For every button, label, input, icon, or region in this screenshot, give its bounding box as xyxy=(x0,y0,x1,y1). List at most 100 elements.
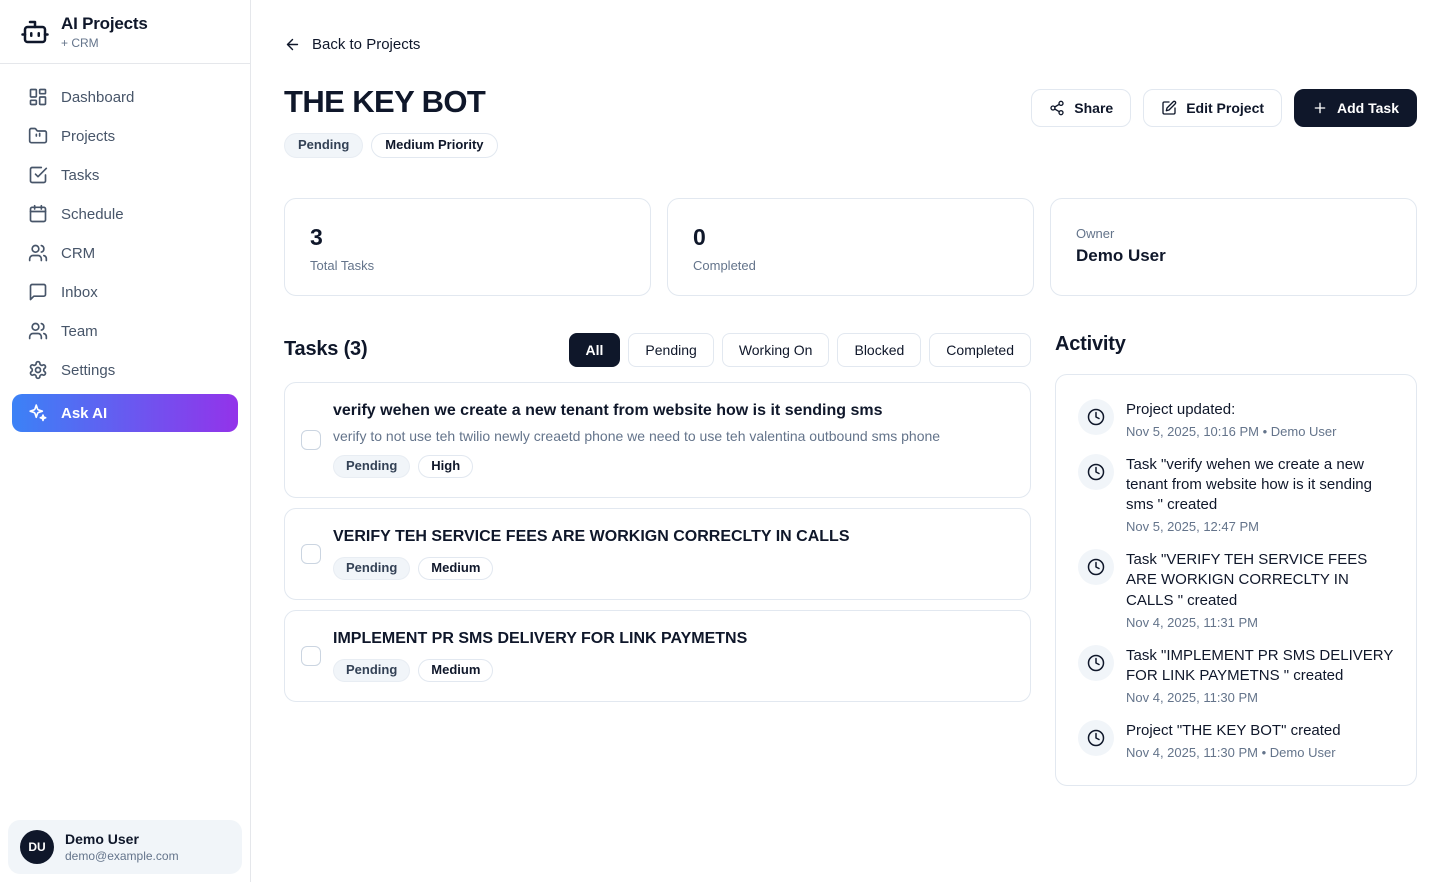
owner-card: Owner Demo User xyxy=(1050,198,1417,296)
clock-icon xyxy=(1078,454,1114,490)
users-icon xyxy=(28,243,48,263)
sidebar-item-label: Team xyxy=(61,323,98,340)
activity-timestamp: Nov 4, 2025, 11:30 PM xyxy=(1126,690,1394,705)
sidebar-item[interactable]: Settings xyxy=(12,352,238,388)
task-card[interactable]: VERIFY TEH SERVICE FEES ARE WORKIGN CORR… xyxy=(284,508,1031,600)
task-checkbox[interactable] xyxy=(301,646,321,666)
clock-icon xyxy=(1078,549,1114,585)
activity-timestamp: Nov 5, 2025, 10:16 PM • Demo User xyxy=(1126,424,1336,439)
sidebar-item-label: CRM xyxy=(61,245,95,262)
sidebar-item-label: Tasks xyxy=(61,167,99,184)
owner-name: Demo User xyxy=(1076,246,1391,266)
sidebar: AI Projects + CRM Dashboard Projects Tas… xyxy=(0,0,251,882)
user-email: demo@example.com xyxy=(65,849,179,863)
users-icon xyxy=(28,321,48,341)
user-profile[interactable]: DU Demo User demo@example.com xyxy=(8,820,242,874)
task-title: VERIFY TEH SERVICE FEES ARE WORKIGN CORR… xyxy=(333,528,850,546)
task-filter[interactable]: Blocked xyxy=(837,333,921,367)
completed-label: Completed xyxy=(693,258,1008,273)
sidebar-item-label: Inbox xyxy=(61,284,98,301)
sidebar-item-label: Dashboard xyxy=(61,89,134,106)
priority-badge: Medium Priority xyxy=(371,133,497,158)
sidebar-item-label: Schedule xyxy=(61,206,124,223)
task-card[interactable]: IMPLEMENT PR SMS DELIVERY FOR LINK PAYME… xyxy=(284,610,1031,702)
sidebar-item[interactable]: Tasks xyxy=(12,157,238,193)
tasks-section: Tasks (3) All Pending Working On Blocked… xyxy=(284,333,1031,786)
avatar: DU xyxy=(20,830,54,864)
activity-item: Task "VERIFY TEH SERVICE FEES ARE WORKIG… xyxy=(1078,549,1394,629)
sidebar-nav: Dashboard Projects Tasks Schedule CRM xyxy=(0,64,250,388)
status-badge: Pending xyxy=(284,133,363,158)
calendar-icon xyxy=(28,204,48,224)
task-filter[interactable]: All xyxy=(569,333,621,367)
page-title: THE KEY BOT xyxy=(284,84,498,120)
activity-item: Project updated: Nov 5, 2025, 10:16 PM •… xyxy=(1078,399,1394,439)
task-filter[interactable]: Pending xyxy=(628,333,713,367)
completed-value: 0 xyxy=(693,226,1008,249)
task-status-badge: Pending xyxy=(333,455,410,478)
activity-text: Project updated: xyxy=(1126,399,1336,420)
task-priority-badge: Medium xyxy=(418,557,493,580)
activity-heading: Activity xyxy=(1055,333,1417,356)
share-icon xyxy=(1049,100,1065,116)
add-task-button[interactable]: Add Task xyxy=(1294,89,1417,127)
activity-text: Project "THE KEY BOT" created xyxy=(1126,720,1341,741)
app-logo: AI Projects + CRM xyxy=(0,0,250,64)
activity-timestamp: Nov 4, 2025, 11:30 PM • Demo User xyxy=(1126,745,1341,760)
total-tasks-value: 3 xyxy=(310,226,625,249)
back-to-projects-link[interactable]: Back to Projects xyxy=(284,36,420,53)
sidebar-item[interactable]: Projects xyxy=(12,118,238,154)
activity-timestamp: Nov 5, 2025, 12:47 PM xyxy=(1126,519,1394,534)
task-status-badge: Pending xyxy=(333,557,410,580)
task-priority-badge: Medium xyxy=(418,659,493,682)
sidebar-item[interactable]: Schedule xyxy=(12,196,238,232)
activity-timestamp: Nov 4, 2025, 11:31 PM xyxy=(1126,615,1394,630)
arrow-left-icon xyxy=(284,36,301,53)
dashboard-icon xyxy=(28,87,48,107)
gear-icon xyxy=(28,360,48,380)
robot-icon xyxy=(20,17,50,47)
user-name: Demo User xyxy=(65,831,179,847)
ask-ai-button[interactable]: Ask AI xyxy=(12,394,238,432)
stats-row: 3 Total Tasks 0 Completed Owner Demo Use… xyxy=(284,198,1417,296)
folder-icon xyxy=(28,126,48,146)
task-filters: All Pending Working On Blocked Completed xyxy=(569,333,1031,367)
task-list: verify wehen we create a new tenant from… xyxy=(284,382,1031,702)
app-title: AI Projects xyxy=(61,14,148,34)
task-checkbox[interactable] xyxy=(301,544,321,564)
activity-item: Task "verify wehen we create a new tenan… xyxy=(1078,454,1394,534)
sidebar-item[interactable]: Team xyxy=(12,313,238,349)
sidebar-item-label: Projects xyxy=(61,128,115,145)
clock-icon xyxy=(1078,720,1114,756)
task-status-badge: Pending xyxy=(333,659,410,682)
edit-icon xyxy=(1161,100,1177,116)
activity-section: Activity Project updated: Nov 5, 2025, 1… xyxy=(1055,333,1417,786)
activity-item: Project "THE KEY BOT" created Nov 4, 202… xyxy=(1078,720,1394,760)
sidebar-item[interactable]: Inbox xyxy=(12,274,238,310)
tasks-heading: Tasks (3) xyxy=(284,338,367,361)
sidebar-item[interactable]: CRM xyxy=(12,235,238,271)
back-label: Back to Projects xyxy=(312,36,420,53)
activity-feed: Project updated: Nov 5, 2025, 10:16 PM •… xyxy=(1055,374,1417,786)
task-filter[interactable]: Completed xyxy=(929,333,1031,367)
task-priority-badge: High xyxy=(418,455,473,478)
clock-icon xyxy=(1078,399,1114,435)
total-tasks-label: Total Tasks xyxy=(310,258,625,273)
task-title: IMPLEMENT PR SMS DELIVERY FOR LINK PAYME… xyxy=(333,630,747,648)
owner-label: Owner xyxy=(1076,226,1391,241)
task-title: verify wehen we create a new tenant from… xyxy=(333,402,940,420)
task-filter[interactable]: Working On xyxy=(722,333,830,367)
activity-item: Task "IMPLEMENT PR SMS DELIVERY FOR LINK… xyxy=(1078,645,1394,705)
edit-project-button[interactable]: Edit Project xyxy=(1143,89,1282,127)
sparkles-icon xyxy=(28,403,48,423)
activity-text: Task "IMPLEMENT PR SMS DELIVERY FOR LINK… xyxy=(1126,645,1394,686)
share-button[interactable]: Share xyxy=(1031,89,1131,127)
header-actions: Share Edit Project Add Task xyxy=(1031,84,1417,127)
app-subtitle: + CRM xyxy=(61,36,148,50)
page-header: THE KEY BOT Pending Medium Priority Shar… xyxy=(284,84,1417,158)
task-card[interactable]: verify wehen we create a new tenant from… xyxy=(284,382,1031,498)
sidebar-item-label: Settings xyxy=(61,362,115,379)
ask-ai-label: Ask AI xyxy=(61,405,107,422)
sidebar-item[interactable]: Dashboard xyxy=(12,79,238,115)
task-checkbox[interactable] xyxy=(301,430,321,450)
